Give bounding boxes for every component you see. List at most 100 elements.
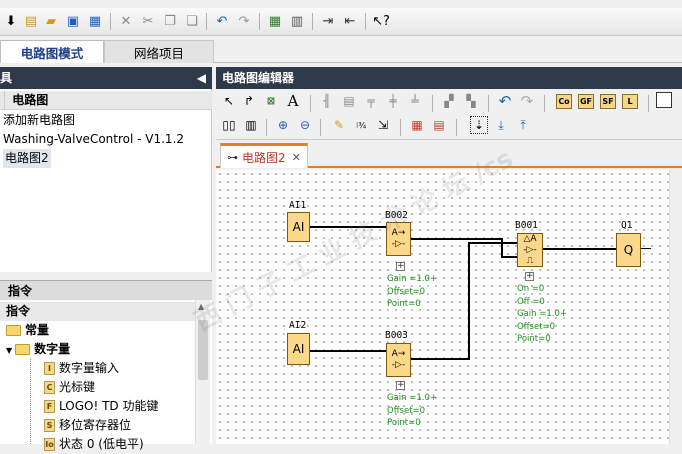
move-down-icon[interactable]: ⤓ bbox=[492, 116, 510, 134]
l-button[interactable]: L bbox=[622, 94, 638, 109]
text-tool-icon[interactable]: A bbox=[284, 92, 302, 110]
move-up-icon[interactable]: ⤒ bbox=[514, 116, 532, 134]
gf-button[interactable]: GF bbox=[578, 94, 594, 109]
expand-icon[interactable]: + bbox=[396, 381, 405, 390]
project-tree-header: 具 ◀ bbox=[0, 67, 212, 89]
tree-item-constants[interactable]: 常量 bbox=[6, 321, 49, 340]
delete-icon[interactable]: ✕ bbox=[117, 12, 135, 30]
tab-circuit-mode[interactable]: 电路图模式 bbox=[0, 40, 104, 63]
page-layout-icon[interactable]: ⇣ bbox=[470, 116, 488, 134]
cursor-key-icon: C bbox=[44, 381, 55, 394]
align-right-icon[interactable]: ▤ bbox=[340, 92, 358, 110]
align-bottom-icon[interactable]: ╧ bbox=[406, 92, 424, 110]
wire-b003-b001 bbox=[468, 242, 517, 244]
split-vertical-icon[interactable]: ▯▯ bbox=[220, 116, 238, 134]
online-test-icon[interactable]: ▤ bbox=[430, 116, 448, 134]
tree-item-digital[interactable]: ▼ 数字量 bbox=[6, 340, 70, 359]
highlight-icon[interactable]: ✎ bbox=[330, 116, 348, 134]
ai2-name: AI2 bbox=[289, 320, 307, 331]
expand-icon[interactable]: + bbox=[396, 262, 405, 271]
tree-item-td-function-keys[interactable]: F LOGO! TD 功能键 bbox=[44, 397, 158, 416]
align-top-icon[interactable]: ╤ bbox=[362, 92, 380, 110]
separator bbox=[544, 95, 545, 112]
document-tabs: ⊶ 电路图2 ✕ bbox=[216, 140, 682, 168]
new-file-icon[interactable]: ▤ bbox=[22, 12, 40, 30]
q1-block[interactable]: Q bbox=[616, 233, 641, 267]
undo-icon[interactable]: ↶ bbox=[213, 12, 231, 30]
tab-circuit2[interactable]: ⊶ 电路图2 ✕ bbox=[220, 143, 308, 168]
editor-toolbar: ↖ ↱ ⊠ A ╢ ▤ ╤ ╪ ╧ ▞ ▚ ↶ ↷ Co GF SF L ▯▯ … bbox=[216, 89, 682, 140]
tree-item-status-low[interactable]: Io 状态 0 (低电平) bbox=[44, 435, 144, 454]
b002-block[interactable]: A→ -▷- bbox=[386, 222, 411, 256]
b003-params: Gain =1.0+ Offset=0 Point=0 bbox=[387, 393, 438, 428]
circuit-icon: ⊶ bbox=[227, 150, 238, 164]
expand-icon[interactable]: + bbox=[525, 272, 534, 281]
zoom-out-icon[interactable]: ⊖ bbox=[296, 116, 314, 134]
connect-tool-icon[interactable]: ↱ bbox=[240, 92, 258, 110]
tree-header-row: 电路图 bbox=[0, 91, 212, 110]
redo-icon[interactable]: ↷ bbox=[235, 12, 253, 30]
download-icon[interactable]: ⬇ bbox=[2, 12, 20, 30]
paste-icon[interactable]: ❏ bbox=[183, 12, 201, 30]
co-button[interactable]: Co bbox=[556, 94, 572, 109]
cut-icon[interactable]: ✂ bbox=[139, 12, 157, 30]
distribute-h-icon[interactable]: ▞ bbox=[440, 92, 458, 110]
close-tab-icon[interactable]: ✕ bbox=[292, 151, 301, 164]
undo-icon[interactable]: ↶ bbox=[496, 92, 514, 110]
tree-title: 电路图 bbox=[12, 93, 49, 107]
separator bbox=[456, 119, 457, 136]
tree-item-circuit2[interactable]: 电路图2 bbox=[3, 149, 51, 168]
print-icon[interactable]: ▦ bbox=[86, 12, 104, 30]
tab-network-project[interactable]: 网络项目 bbox=[104, 40, 214, 63]
instructions-root: 指令 bbox=[0, 302, 195, 321]
copy-icon[interactable]: ❐ bbox=[161, 12, 179, 30]
input-icon: I bbox=[44, 362, 55, 375]
editor-header: 电路图编辑器 bbox=[216, 67, 682, 89]
canvas-scrollbar[interactable] bbox=[669, 170, 682, 444]
scroll-up-icon[interactable]: ▲ bbox=[198, 302, 204, 311]
frame-icon[interactable] bbox=[656, 92, 672, 108]
ai2-block[interactable]: AI bbox=[287, 333, 310, 365]
select-tool-icon[interactable]: ↖ bbox=[220, 92, 238, 110]
logo-to-pc-icon[interactable]: ⇤ bbox=[341, 12, 359, 30]
sf-button[interactable]: SF bbox=[600, 94, 616, 109]
block-tool-icon[interactable]: ⊠ bbox=[262, 92, 280, 110]
tree-item-shift-register[interactable]: S 移位寄存器位 bbox=[44, 416, 131, 435]
numbering-icon[interactable]: ⁝¾ bbox=[352, 116, 370, 134]
expand-arrow-icon[interactable]: ▼ bbox=[6, 346, 12, 355]
zoom-in-icon[interactable]: ⊕ bbox=[274, 116, 292, 134]
separator bbox=[110, 13, 111, 30]
separator bbox=[310, 95, 311, 112]
compile-icon[interactable]: ▥ bbox=[288, 12, 306, 30]
wire-ai2-b003 bbox=[310, 350, 386, 352]
tree-item-digital-input[interactable]: I 数字量输入 bbox=[44, 359, 119, 378]
ai1-block[interactable]: AI bbox=[287, 212, 310, 242]
separator bbox=[259, 13, 260, 30]
open-folder-icon[interactable]: ▰ bbox=[42, 12, 60, 30]
pc-to-logo-icon[interactable]: ⇥ bbox=[319, 12, 337, 30]
compare-icon[interactable]: ▦ bbox=[266, 12, 284, 30]
instructions-scrollbar[interactable]: ▲ bbox=[195, 300, 210, 444]
q1-name: Q1 bbox=[621, 220, 633, 231]
tree-item-add-new[interactable]: 添加新电路图 bbox=[3, 111, 75, 130]
scroll-thumb[interactable] bbox=[198, 320, 208, 380]
tree-item-washing-valve[interactable]: Washing-ValveControl - V1.1.2 bbox=[3, 130, 184, 149]
ai1-name: AI1 bbox=[289, 200, 307, 211]
align-middle-icon[interactable]: ╪ bbox=[384, 92, 402, 110]
tree-item-cursor-keys[interactable]: C 光标键 bbox=[44, 378, 95, 397]
simulation-icon[interactable]: ▦ bbox=[408, 116, 426, 134]
b003-block[interactable]: A→ -▷- bbox=[386, 343, 411, 377]
separator bbox=[432, 95, 433, 112]
split-horizontal-icon[interactable]: ▥ bbox=[242, 116, 260, 134]
collapse-icon[interactable]: ◀ bbox=[197, 67, 206, 89]
circuit-canvas[interactable]: AI1 AI AI2 AI B002 A→ -▷- + Gain =1.0+ Of… bbox=[216, 170, 669, 444]
align-left-icon[interactable]: ╢ bbox=[318, 92, 336, 110]
folder-icon bbox=[15, 344, 31, 355]
redo-icon[interactable]: ↷ bbox=[518, 92, 536, 110]
b001-block[interactable]: △A -▷- ⎍ bbox=[517, 233, 543, 267]
mode-tabs: 电路图模式 网络项目 bbox=[0, 37, 682, 63]
save-icon[interactable]: ▣ bbox=[64, 12, 82, 30]
cut-connections-icon[interactable]: ⇲ bbox=[374, 116, 392, 134]
distribute-v-icon[interactable]: ▚ bbox=[462, 92, 480, 110]
context-help-icon[interactable]: ↖? bbox=[372, 12, 390, 30]
